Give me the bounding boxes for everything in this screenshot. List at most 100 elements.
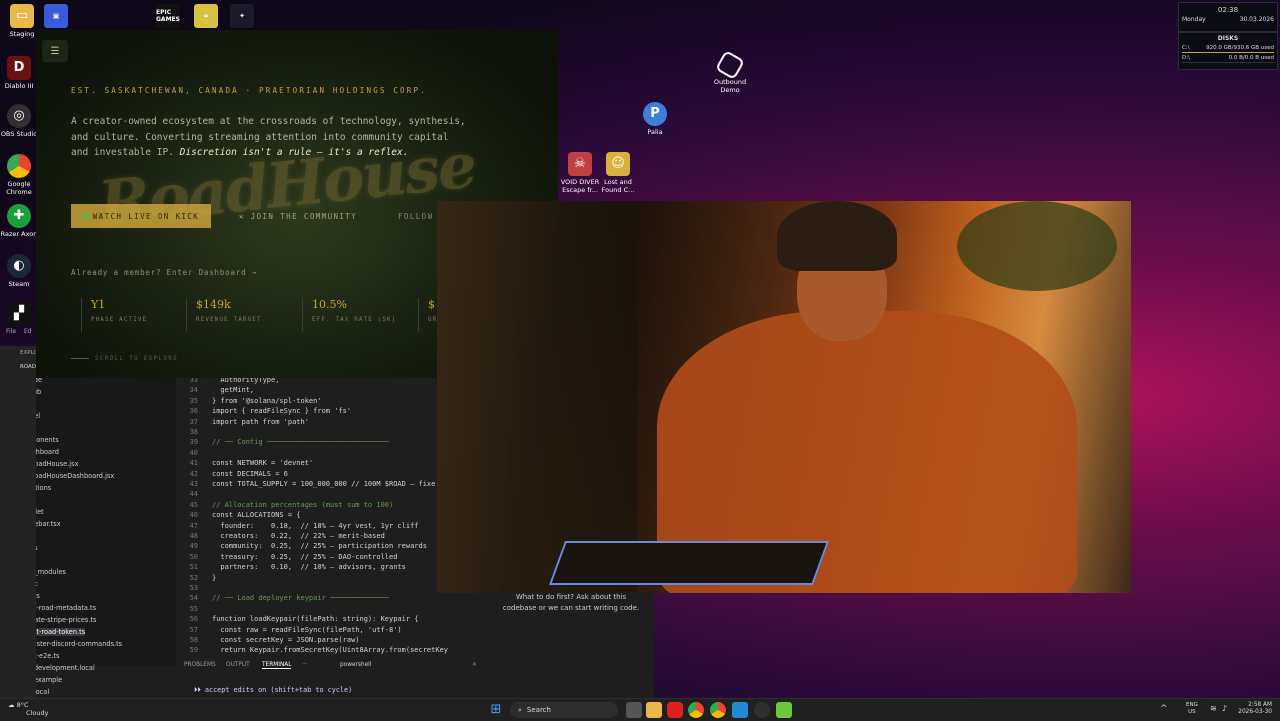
desktop-icon-razer[interactable]: ✚ Razer Axon: [0, 204, 41, 238]
explorer-item[interactable]: RoadHouse.jsx: [30, 460, 78, 468]
est-heading: EST. SASKATCHEWAN, CANADA · PRAETORIAN H…: [71, 86, 427, 95]
desktop-icon-roblox-studio[interactable]: ▞: [0, 302, 41, 328]
watch-live-button[interactable]: WATCH LIVE ON KICK: [71, 204, 211, 228]
line-number: 57: [189, 625, 198, 634]
app-icon[interactable]: [776, 702, 792, 718]
star-citizen-icon[interactable]: ✦: [230, 4, 254, 28]
webcam-plant: [957, 201, 1117, 291]
desktop-icon-lost-found[interactable]: ☺ Lost and Found C...: [596, 152, 640, 194]
obs-icon: ◎: [7, 104, 31, 128]
webcam-keyboard: [548, 541, 830, 585]
dashboard-link[interactable]: Already a member? Enter Dashboard →: [71, 268, 257, 277]
youtube-icon[interactable]: [667, 702, 683, 718]
vscode-icon[interactable]: [732, 702, 748, 718]
terminal-status-line: ⏵⏵ accept edits on (shift+tab to cycle): [194, 686, 353, 694]
code-line: founder: 0.18, // 18% — 4yr vest, 1yr cl…: [212, 521, 419, 530]
desktop-icon-diablo[interactable]: D Diablo III: [0, 56, 41, 90]
roblox-icon[interactable]: ▣: [44, 4, 68, 28]
terminal-shell-label[interactable]: powershell: [340, 662, 371, 668]
line-number: 49: [189, 542, 198, 551]
menu-file[interactable]: File: [6, 328, 16, 335]
taskbar-clock[interactable]: 2:58 AM 2026-03-30: [1238, 702, 1272, 716]
chrome-icon[interactable]: [688, 702, 704, 718]
wifi-icon[interactable]: ≋: [1210, 704, 1217, 713]
code-line: // ── Config ───────────────────────────…: [212, 438, 390, 447]
code-line: partners: 0.10, // 10% — advisors, grant…: [212, 563, 406, 572]
line-number: 45: [189, 500, 198, 509]
line-number: 52: [189, 573, 198, 582]
widget-day: Monday: [1182, 16, 1206, 23]
game-launcher-icon[interactable]: ≈: [194, 4, 218, 28]
live-dot-icon: [82, 213, 89, 219]
language-indicator[interactable]: ENG US: [1186, 702, 1198, 716]
stat-tax-rate: 10.5% EFF. TAX RATE (SK): [302, 298, 396, 332]
line-number: 55: [189, 604, 198, 613]
line-number: 46: [189, 511, 198, 520]
steam-icon: ◐: [7, 254, 31, 278]
code-line: return Keypair.fromSecretKey(Uint8Array.…: [212, 646, 449, 655]
line-number: 41: [189, 459, 198, 468]
diablo-icon: D: [7, 56, 31, 80]
task-view-icon[interactable]: [626, 702, 642, 718]
code-line: const ALLOCATIONS = {: [212, 511, 301, 520]
activity-bar: File Ed EXPLO ROAD: [0, 328, 38, 698]
stat-revenue: $149k REVENUE TARGET: [186, 298, 262, 332]
terminal-output[interactable]: ⏵⏵ accept edits on (shift+tab to cycle): [176, 674, 488, 698]
folder-icon: ▭: [10, 4, 34, 28]
desktop-icon-obs[interactable]: ◎ OBS Studio: [0, 104, 41, 138]
follow-button[interactable]: FOLLOW: [398, 204, 434, 228]
line-number: 39: [189, 438, 198, 447]
desktop-icon-outbound[interactable]: Outbound Demo: [708, 49, 752, 94]
line-number: 37: [189, 417, 198, 426]
code-line: community: 0.25, // 25% — participation …: [212, 542, 427, 551]
outbound-icon: [714, 49, 746, 81]
disk-usage-bar: [1182, 52, 1274, 53]
code-line: } from '@solana/spl-token': [212, 396, 322, 405]
panel-tabs: PROBLEMS OUTPUT TERMINAL ··· powershell …: [176, 662, 488, 672]
explorer-item[interactable]: RoadHouseDashboard.jsx: [30, 472, 114, 480]
tray-chevron-icon[interactable]: ^: [1160, 704, 1168, 714]
code-line: // Allocation percentages (must sum to 1…: [212, 500, 394, 509]
panel-more-button[interactable]: ···: [302, 662, 308, 668]
line-number: 51: [189, 563, 198, 572]
menu-edit[interactable]: Ed: [24, 328, 32, 335]
stat-phase: Y1 PHASE ACTIVE: [81, 298, 147, 332]
code-line: const NETWORK = 'devnet': [212, 459, 314, 468]
tab-output[interactable]: OUTPUT: [226, 662, 250, 668]
weather-widget[interactable]: ☁ 8°C Cloudy: [8, 701, 48, 717]
code-line: function loadKeypair(filePath: string): …: [212, 615, 419, 624]
workspace-header[interactable]: ROAD: [20, 364, 36, 370]
line-number: 34: [189, 386, 198, 395]
tab-terminal[interactable]: TERMINAL: [262, 662, 292, 669]
stat-partial: $ GR: [418, 298, 437, 332]
volume-icon[interactable]: ♪: [1222, 704, 1227, 713]
palia-icon: P: [643, 102, 667, 126]
obs-icon[interactable]: [754, 702, 770, 718]
join-community-button[interactable]: ✕ JOIN THE COMMUNITY: [226, 204, 370, 228]
line-number: 54: [189, 594, 198, 603]
code-line: const secretKey = JSON.parse(raw): [212, 636, 360, 644]
code-line: const DECIMALS = 6: [212, 469, 288, 478]
windows-start-icon[interactable]: ⊞: [488, 702, 504, 718]
disks-widget: DISKS C:\ 920.0 GB/930.6 GB used D:\ 0.0…: [1178, 32, 1278, 70]
menu-icon[interactable]: ☰: [42, 40, 68, 62]
desktop-icon-palia[interactable]: P Palia: [633, 102, 677, 136]
code-line: }: [212, 573, 217, 582]
search-icon: ⌕: [518, 705, 522, 714]
desktop-icon-chrome[interactable]: Google Chrome: [0, 154, 41, 196]
line-number: 40: [189, 448, 198, 457]
explorer-item[interactable]: register-discord-commands.ts: [24, 640, 122, 648]
code-line: import path from 'path': [212, 417, 309, 426]
tab-problems[interactable]: PROBLEMS: [184, 662, 216, 668]
file-explorer-icon[interactable]: [646, 702, 662, 718]
widget-time: 02:38: [1217, 6, 1239, 14]
taskbar: ☁ 8°C Cloudy ⊞ ⌕ Search ^ ENG US ≋ ♪ 2:5…: [0, 698, 1280, 721]
taskbar-search[interactable]: ⌕ Search: [510, 702, 618, 718]
desktop-icon-steam[interactable]: ◐ Steam: [0, 254, 41, 288]
chrome-icon[interactable]: [710, 702, 726, 718]
disk-row: D:\ 0.0 B/0.0 B used: [1182, 55, 1274, 61]
line-number: 59: [189, 646, 198, 655]
close-icon[interactable]: ✕: [472, 662, 477, 668]
epic-games-icon[interactable]: EPIC GAMES: [156, 4, 180, 28]
line-number: 58: [189, 636, 198, 644]
